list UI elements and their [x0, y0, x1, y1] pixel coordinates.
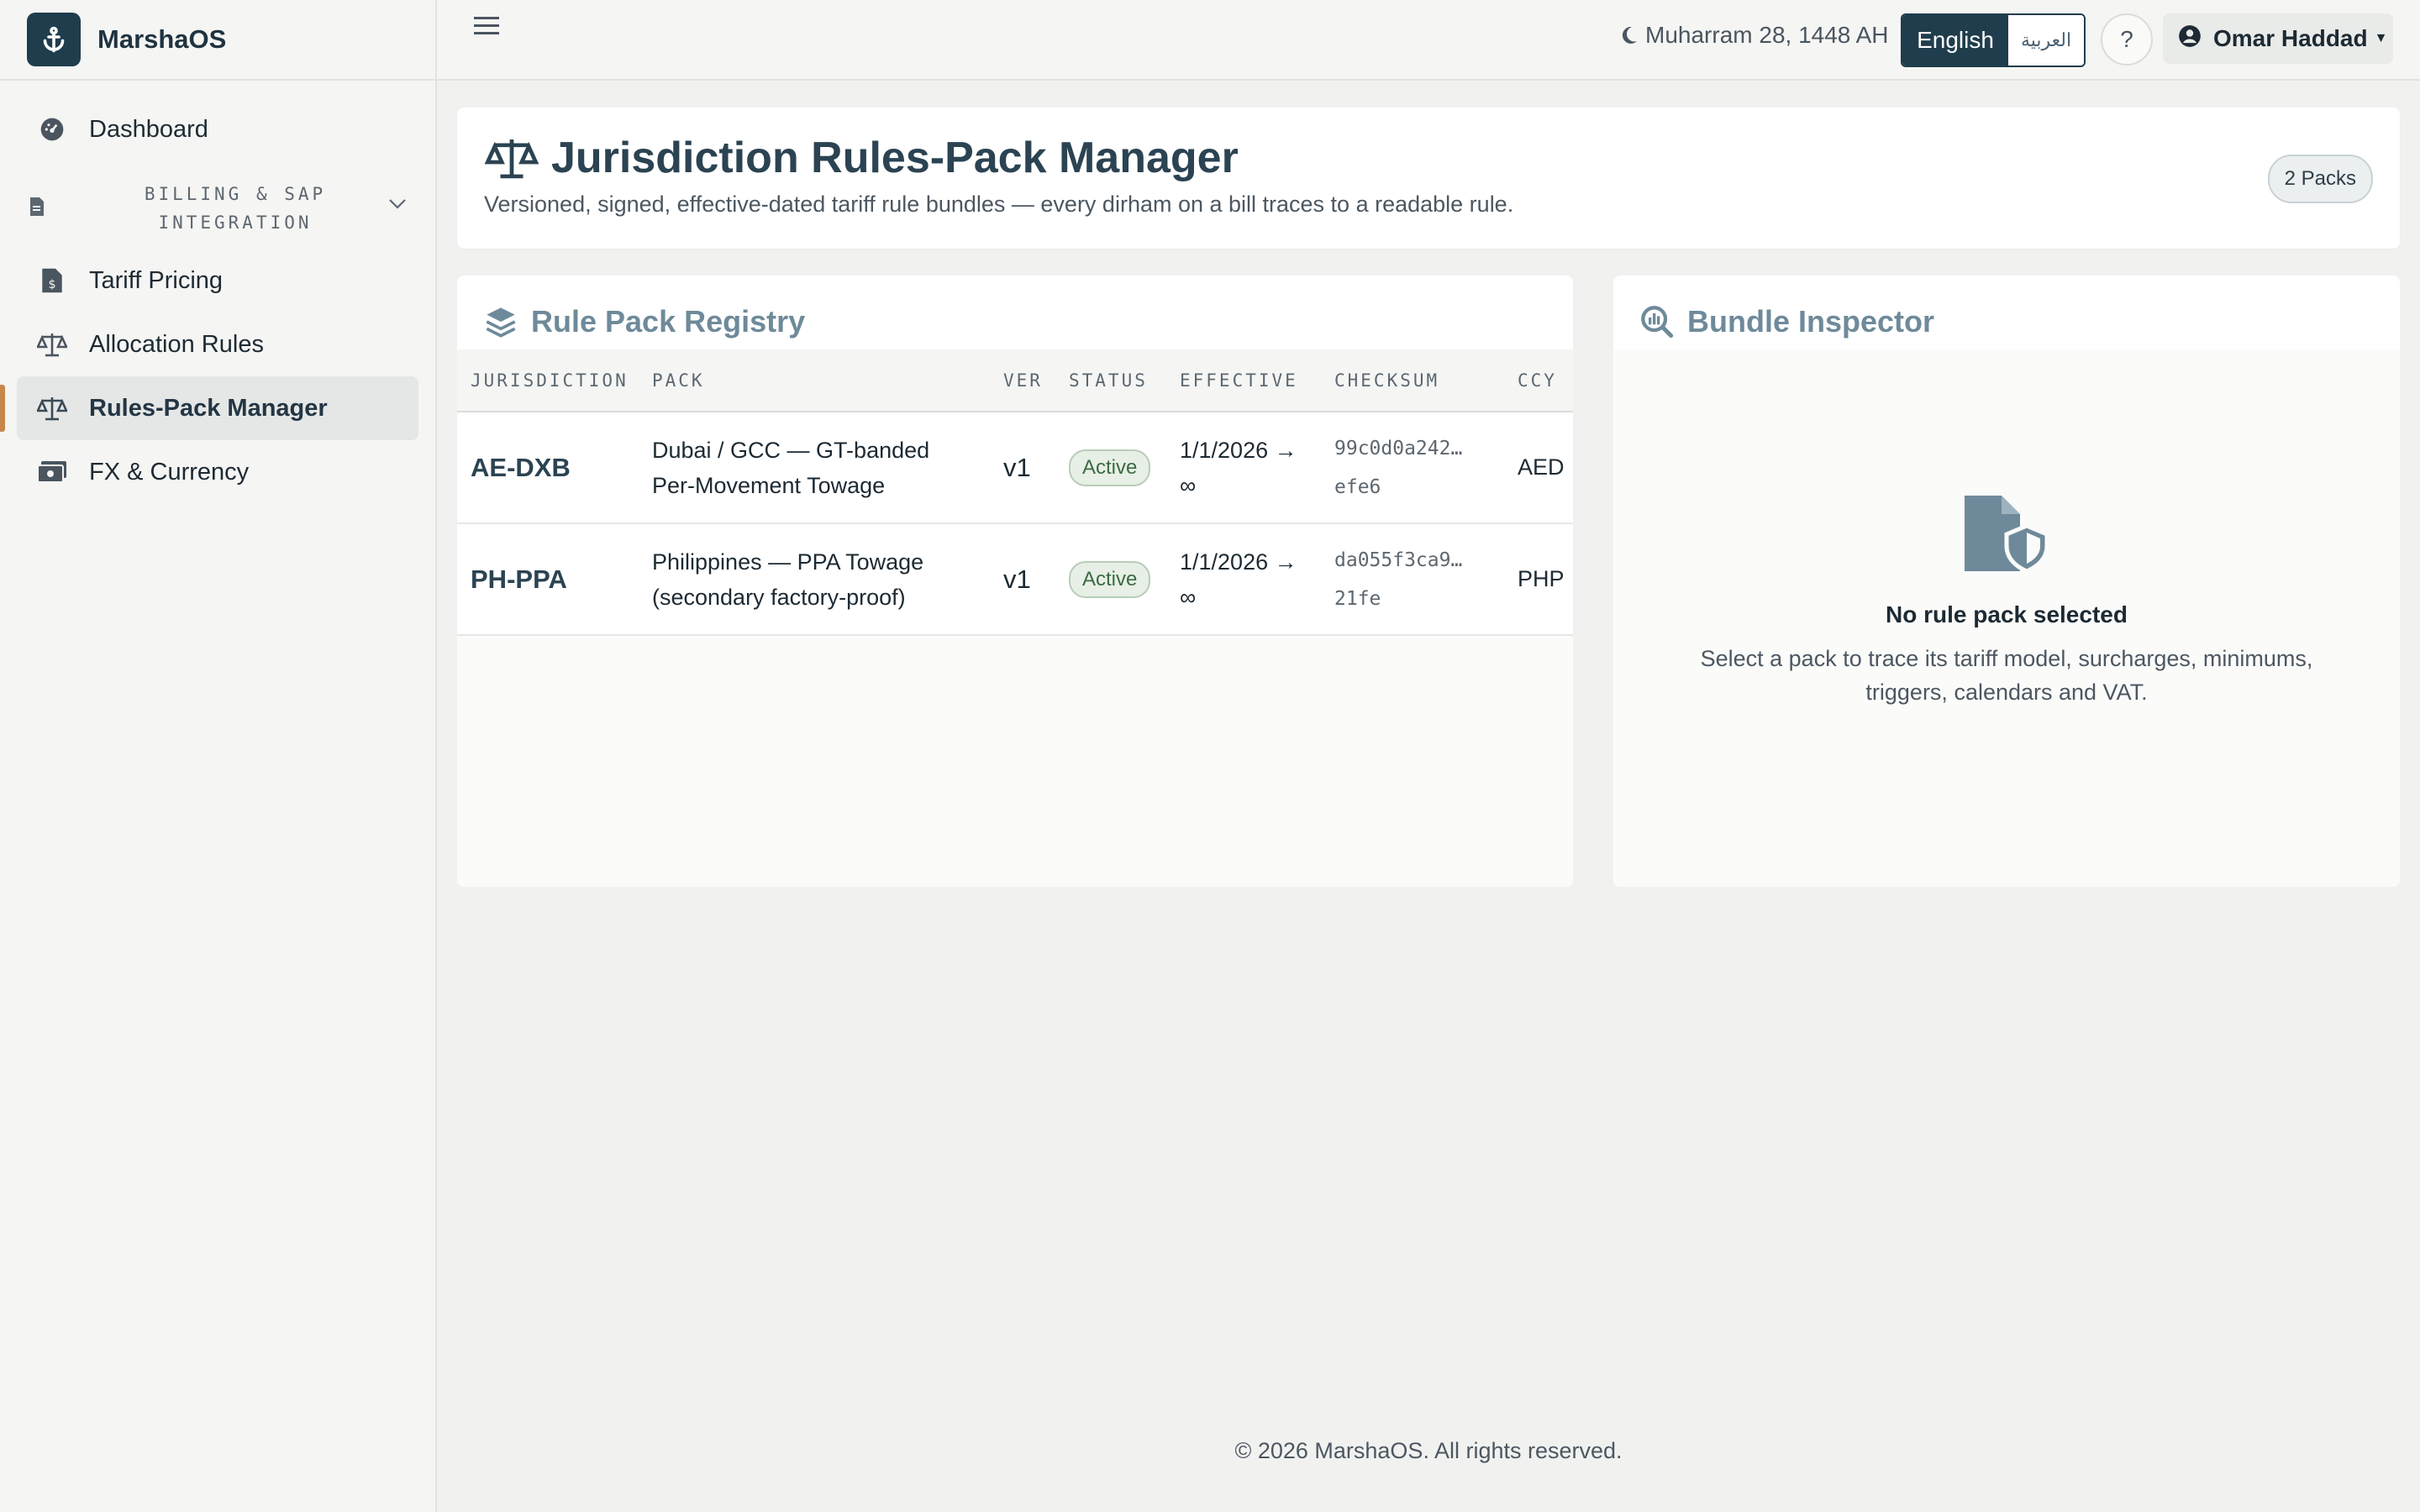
page-subtitle: Versioned, signed, effective-dated tarif… — [484, 192, 1514, 217]
column-header-ver[interactable]: VER — [990, 349, 1055, 412]
sidebar: MarshaOS Dashboard BILLING & SAP INTEGRA… — [0, 0, 437, 1512]
inspector-title: Bundle Inspector — [1640, 304, 1934, 349]
gauge-icon — [35, 113, 69, 146]
page-title: Jurisdiction Rules-Pack Manager — [484, 133, 1239, 183]
brand-name: MarshaOS — [97, 24, 227, 54]
svg-text:$: $ — [48, 278, 55, 291]
help-button[interactable]: ? — [2101, 13, 2153, 66]
table-row[interactable]: PH-PPA Philippines — PPA Towage (seconda… — [457, 523, 1573, 636]
moon-icon — [1622, 26, 1637, 44]
anchor-icon — [27, 13, 81, 66]
document-icon — [29, 197, 45, 221]
sidebar-group-billing[interactable]: BILLING & SAP INTEGRATION — [17, 168, 418, 249]
page-header-card: Jurisdiction Rules-Pack Manager Versione… — [457, 108, 2400, 249]
empty-state-title: No rule pack selected — [1886, 601, 2128, 627]
registry-header: Rule Pack Registry — [457, 276, 1573, 349]
scale-icon — [35, 328, 69, 361]
magnifier-chart-icon — [1641, 306, 1674, 339]
inspector-header: Bundle Inspector — [1613, 276, 2400, 349]
hijri-date: Muharram 28, 1448 AH — [1620, 22, 1889, 49]
sidebar-item-allocation-rules[interactable]: Allocation Rules — [17, 312, 418, 376]
layers-icon — [486, 307, 516, 338]
bundle-inspector-card: Bundle Inspector — [1613, 276, 2400, 887]
user-circle-icon — [2178, 24, 2202, 54]
invoice-dollar-icon: $ — [35, 264, 69, 297]
pack-name: Dubai / GCC — GT-banded Per-Movement Tow… — [639, 412, 990, 524]
effective-range: 1/1/2026 → ∞ — [1166, 412, 1321, 524]
sidebar-nav: Dashboard BILLING & SAP INTEGRATION $ Ta… — [0, 81, 435, 504]
registry-empty-area — [457, 636, 1573, 887]
status-cell: Active — [1055, 412, 1166, 524]
active-indicator — [0, 385, 5, 432]
jurisdiction-code: AE-DXB — [457, 412, 639, 524]
registry-title: Rule Pack Registry — [484, 304, 805, 349]
lang-arabic-button[interactable]: العربية — [2008, 15, 2084, 66]
file-shield-icon — [1961, 494, 2052, 577]
brand[interactable]: MarshaOS — [0, 0, 435, 81]
sidebar-item-label: Allocation Rules — [89, 330, 264, 358]
column-header-checksum[interactable]: CHECKSUM — [1321, 349, 1504, 412]
topbar: Muharram 28, 1448 AH English العربية ? O… — [437, 0, 2420, 81]
checksum: da055f3ca9… 21fe — [1321, 523, 1504, 636]
table-row[interactable]: AE-DXB Dubai / GCC — GT-banded Per-Movem… — [457, 412, 1573, 524]
group-label: BILLING & SAP INTEGRATION — [144, 184, 327, 233]
rule-pack-registry-card: Rule Pack Registry JURISDICTION PACK VER… — [457, 276, 1573, 887]
empty-state-description: Select a pack to trace its tariff model,… — [1700, 646, 2313, 705]
pack-version: v1 — [990, 523, 1055, 636]
packs-count-badge: 2 Packs — [2267, 155, 2373, 203]
sidebar-item-fx-currency[interactable]: FX & Currency — [17, 440, 418, 504]
lang-english-button[interactable]: English — [1902, 15, 2008, 66]
money-bill-icon — [35, 455, 69, 489]
scale-icon — [35, 391, 69, 425]
sidebar-item-dashboard[interactable]: Dashboard — [17, 97, 418, 161]
user-menu-button[interactable]: Omar Haddad ▼ — [2163, 13, 2393, 64]
effective-range: 1/1/2026 → ∞ — [1166, 523, 1321, 636]
currency: AED — [1504, 412, 1573, 524]
sidebar-item-label: Rules-Pack Manager — [89, 394, 328, 422]
pack-version: v1 — [990, 412, 1055, 524]
sidebar-item-rules-pack-manager[interactable]: Rules-Pack Manager — [0, 376, 418, 440]
status-badge: Active — [1069, 449, 1151, 486]
currency: PHP — [1504, 523, 1573, 636]
language-toggle: English العربية — [1901, 13, 2086, 67]
sidebar-item-tariff-pricing[interactable]: $ Tariff Pricing — [17, 249, 418, 312]
sidebar-item-label: FX & Currency — [89, 458, 250, 486]
sidebar-item-label: Dashboard — [89, 115, 208, 143]
footer: © 2026 MarshaOS. All rights reserved. — [1234, 1438, 1623, 1463]
scale-icon — [484, 139, 539, 179]
column-header-ccy[interactable]: CCY — [1504, 349, 1573, 412]
caret-down-icon: ▼ — [2374, 31, 2388, 45]
chevron-down-icon[interactable] — [388, 198, 407, 214]
checksum: 99c0d0a242… efe6 — [1321, 412, 1504, 524]
column-header-jurisdiction[interactable]: JURISDICTION — [457, 349, 639, 412]
registry-table: JURISDICTION PACK VER STATUS EFFECTIVE C… — [457, 349, 1573, 636]
column-header-status[interactable]: STATUS — [1055, 349, 1166, 412]
status-cell: Active — [1055, 523, 1166, 636]
table-header-row: JURISDICTION PACK VER STATUS EFFECTIVE C… — [457, 349, 1573, 412]
hamburger-menu-icon[interactable] — [472, 12, 501, 45]
column-header-effective[interactable]: EFFECTIVE — [1166, 349, 1321, 412]
column-header-pack[interactable]: PACK — [639, 349, 990, 412]
status-badge: Active — [1069, 560, 1151, 598]
jurisdiction-code: PH-PPA — [457, 523, 639, 636]
pack-name: Philippines — PPA Towage (secondary fact… — [639, 523, 990, 636]
sidebar-item-label: Tariff Pricing — [89, 266, 224, 294]
user-name: Omar Haddad — [2213, 25, 2368, 51]
